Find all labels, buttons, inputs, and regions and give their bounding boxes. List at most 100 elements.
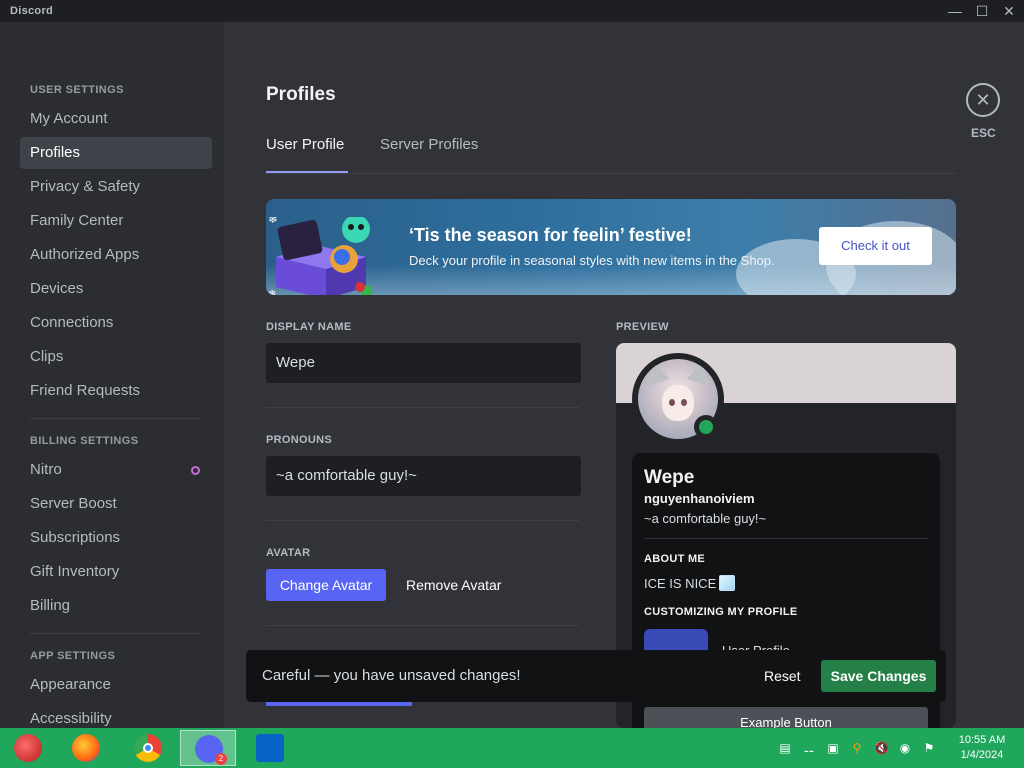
- avatar-label: AVATAR: [266, 547, 311, 559]
- sidebar-item-my-account[interactable]: My Account: [20, 103, 212, 135]
- preview-label: PREVIEW: [616, 321, 669, 333]
- display-name-label: DISPLAY NAME: [266, 321, 352, 333]
- taskbar-outlook[interactable]: [242, 730, 298, 766]
- sidebar-item-family-center[interactable]: Family Center: [20, 205, 212, 237]
- sidebar-item-server-boost[interactable]: Server Boost: [20, 488, 212, 520]
- gift-box-illustration: ❄ ❄ ❄: [268, 217, 372, 295]
- close-settings-button[interactable]: ✕: [966, 83, 1000, 117]
- sidebar-item-devices[interactable]: Devices: [20, 273, 212, 305]
- sidebar-item-label: Privacy & Safety: [30, 178, 141, 195]
- sidebar-item-connections[interactable]: Connections: [20, 307, 212, 339]
- user-settings-header: USER SETTINGS: [30, 84, 124, 96]
- network-share-icon[interactable]: ▤: [778, 741, 792, 755]
- pronouns-input[interactable]: ~a comfortable guy!~: [266, 456, 581, 496]
- avatar-eye: [669, 399, 675, 406]
- page-title: Profiles: [266, 84, 336, 105]
- seasonal-shop-banner: ❄ ❄ ❄ ‘Tis the season for feelin’ festiv…: [266, 199, 956, 295]
- taskbar: 2 ▤ ⚋ ▣ ⚲ 🔇 ◉ ⚑ 10:55 AM 1/4/2024: [0, 728, 1024, 768]
- sidebar-item-label: Authorized Apps: [30, 246, 140, 263]
- avatar-eye: [681, 399, 687, 406]
- sidebar-item-label: Friend Requests: [30, 382, 141, 399]
- minimize-icon[interactable]: —: [940, 0, 970, 22]
- sidebar-item-privacy-safety[interactable]: Privacy & Safety: [20, 171, 212, 203]
- settings-sidebar: USER SETTINGS My Account Profiles Privac…: [0, 22, 224, 728]
- banner-subtitle: Deck your profile in seasonal styles wit…: [409, 253, 775, 268]
- action-center-flag-icon[interactable]: ⚑: [922, 741, 936, 755]
- sidebar-item-label: Accessibility: [30, 710, 112, 727]
- save-changes-button[interactable]: Save Changes: [821, 660, 936, 692]
- settings-content: Profiles User Profile Server Profiles ✕ …: [224, 22, 1024, 728]
- preview-display-name: Wepe: [644, 467, 695, 488]
- sidebar-item-appearance[interactable]: Appearance: [20, 669, 212, 701]
- sidebar-item-label: Profiles: [30, 144, 81, 161]
- sidebar-item-nitro[interactable]: Nitro: [20, 454, 212, 486]
- sidebar-item-billing[interactable]: Billing: [20, 590, 212, 622]
- online-status-icon: [694, 415, 718, 439]
- close-icon[interactable]: ✕: [994, 0, 1024, 22]
- taskbar-clock[interactable]: 10:55 AM 1/4/2024: [948, 733, 1016, 763]
- firefox-icon: [72, 734, 100, 762]
- sidebar-divider: [30, 633, 200, 634]
- sidebar-item-label: Connections: [30, 314, 114, 331]
- tabs-divider: [266, 173, 956, 174]
- tab-server-profiles[interactable]: Server Profiles: [380, 136, 478, 153]
- about-me-header: ABOUT ME: [644, 553, 706, 565]
- sidebar-item-label: Subscriptions: [30, 529, 121, 546]
- form-divider: [266, 407, 579, 408]
- nitro-icon: [191, 466, 200, 475]
- change-avatar-button[interactable]: Change Avatar: [266, 569, 386, 601]
- sidebar-item-label: Clips: [30, 348, 64, 365]
- form-divider: [266, 625, 579, 626]
- obscured-button-edge: [266, 702, 412, 706]
- example-button[interactable]: Example Button: [644, 707, 928, 728]
- outlook-icon: [256, 734, 284, 762]
- banner-title: ‘Tis the season for feelin’ festive!: [409, 225, 692, 245]
- sidebar-item-subscriptions[interactable]: Subscriptions: [20, 522, 212, 554]
- start-button[interactable]: [0, 730, 56, 766]
- check-it-out-button[interactable]: Check it out: [819, 227, 932, 265]
- volume-muted-icon[interactable]: 🔇: [874, 741, 889, 755]
- tray-tool-icon[interactable]: ⚋: [802, 741, 816, 755]
- about-me-text: ICE IS NICE: [644, 575, 736, 591]
- clock-date: 1/4/2024: [960, 749, 1004, 761]
- taskbar-chrome[interactable]: [120, 730, 176, 766]
- about-me-value: ICE IS NICE: [644, 576, 717, 591]
- form-divider: [266, 520, 579, 521]
- sidebar-item-gift-inventory[interactable]: Gift Inventory: [20, 556, 212, 588]
- unsaved-changes-bar: Careful — you have unsaved changes! Rese…: [246, 650, 946, 702]
- start-orb-icon: [14, 734, 42, 762]
- discord-tray-icon[interactable]: ◉: [898, 741, 912, 755]
- sidebar-item-accessibility[interactable]: Accessibility: [20, 703, 212, 728]
- sidebar-item-label: Nitro: [30, 461, 62, 478]
- sidebar-item-clips[interactable]: Clips: [20, 341, 212, 373]
- close-icon: ✕: [975, 90, 991, 110]
- app-settings-header: APP SETTINGS: [30, 650, 116, 662]
- svg-text:❄: ❄: [268, 217, 278, 226]
- avatar-face: [662, 385, 694, 421]
- remove-avatar-button[interactable]: Remove Avatar: [400, 569, 507, 601]
- clock-time: 10:55 AM: [958, 734, 1006, 746]
- sidebar-item-friend-requests[interactable]: Friend Requests: [20, 375, 212, 407]
- maximize-icon[interactable]: ☐: [967, 0, 997, 22]
- sidebar-item-authorized-apps[interactable]: Authorized Apps: [20, 239, 212, 271]
- search-tool-icon[interactable]: ⚲: [850, 741, 864, 755]
- sidebar-item-label: Devices: [30, 280, 84, 297]
- chrome-center-icon: [143, 743, 153, 753]
- sidebar-divider: [30, 418, 200, 419]
- display-name-input[interactable]: Wepe: [266, 343, 581, 383]
- ice-cube-icon: [719, 575, 736, 591]
- preview-divider: [644, 538, 928, 539]
- network-icon[interactable]: ▣: [826, 741, 840, 755]
- svg-text:❄: ❄: [268, 289, 276, 295]
- reset-button[interactable]: Reset: [756, 660, 809, 692]
- sidebar-item-label: Family Center: [30, 212, 124, 229]
- sidebar-item-label: My Account: [30, 110, 108, 127]
- avatar-ear: [686, 359, 714, 386]
- title-bar: Discord — ☐ ✕: [0, 0, 1024, 22]
- sidebar-item-profiles[interactable]: Profiles: [20, 137, 212, 169]
- taskbar-firefox[interactable]: [58, 730, 114, 766]
- preview-pronouns: ~a comfortable guy!~: [644, 511, 767, 526]
- sidebar-item-label: Server Boost: [30, 495, 117, 512]
- taskbar-discord[interactable]: 2: [180, 730, 236, 766]
- tab-user-profile[interactable]: User Profile: [266, 136, 344, 153]
